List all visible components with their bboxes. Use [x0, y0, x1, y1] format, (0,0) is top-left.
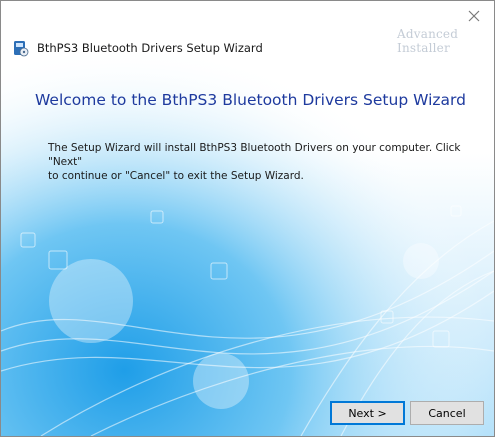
background-artwork — [1, 1, 494, 436]
close-icon[interactable] — [464, 6, 484, 26]
setup-installer-icon — [14, 41, 29, 57]
cancel-button[interactable]: Cancel — [410, 401, 484, 425]
welcome-heading: Welcome to the BthPS3 Bluetooth Drivers … — [35, 91, 466, 109]
window-title: BthPS3 Bluetooth Drivers Setup Wizard — [37, 41, 263, 55]
title-bar: BthPS3 Bluetooth Drivers Setup Wizard — [13, 39, 263, 57]
next-button[interactable]: Next > — [330, 401, 405, 425]
wizard-description: The Setup Wizard will install BthPS3 Blu… — [48, 142, 461, 182]
advanced-installer-watermark: Advanced Installer — [397, 27, 459, 55]
setup-wizard-window: Advanced Installer BthPS3 Bluetooth Driv… — [0, 0, 495, 437]
